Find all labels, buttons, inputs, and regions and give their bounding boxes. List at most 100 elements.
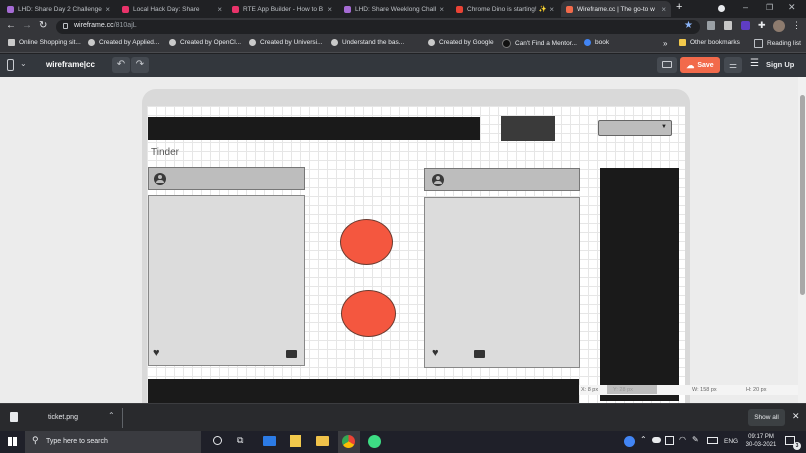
profile-header-bar[interactable] xyxy=(424,168,580,191)
chat-icon[interactable] xyxy=(474,350,485,358)
header-bar-shape[interactable] xyxy=(148,117,480,140)
undo-button[interactable]: ↶ xyxy=(112,57,130,73)
dropdown-shape[interactable]: ▼ xyxy=(598,120,672,136)
scrollbar-thumb[interactable] xyxy=(800,95,805,295)
bookmark-item[interactable]: Created by Applied... xyxy=(88,39,159,46)
cortana-icon[interactable] xyxy=(213,436,222,445)
close-icon[interactable]: × xyxy=(105,5,110,14)
wifi-icon[interactable]: ◠ xyxy=(679,435,686,444)
media-icon[interactable] xyxy=(718,5,725,12)
language-indicator[interactable]: ENG xyxy=(724,438,738,445)
bookmark-label: Created by Google xyxy=(439,39,494,46)
hamburger-menu-icon[interactable]: ☰ xyxy=(750,58,759,69)
menu-dots-icon[interactable]: ⋮ xyxy=(792,20,801,31)
tab-favicon-icon xyxy=(344,5,351,13)
x-readout: X: 8 px xyxy=(581,387,599,393)
extension-icon[interactable] xyxy=(724,21,732,30)
chevron-down-icon[interactable]: ⌄ xyxy=(20,59,27,68)
save-label: Save xyxy=(697,61,714,69)
close-icon[interactable]: ✕ xyxy=(792,411,800,422)
comment-button[interactable] xyxy=(657,57,677,73)
minimize-icon[interactable]: – xyxy=(743,2,748,12)
close-icon[interactable]: × xyxy=(439,5,444,14)
tab-5[interactable]: Chrome Dino is starting! ✨ × xyxy=(451,1,559,17)
file-explorer-icon[interactable] xyxy=(316,436,329,446)
puzzle-icon[interactable]: ✚ xyxy=(758,20,766,31)
taskbar-active-app[interactable] xyxy=(338,431,360,453)
other-bookmarks[interactable]: Other bookmarks xyxy=(679,39,740,46)
chevron-up-icon[interactable]: ⌃ xyxy=(108,411,115,420)
bookmark-item[interactable]: Understand the bas... xyxy=(331,39,404,46)
sidebar-block-shape[interactable] xyxy=(600,168,679,401)
bookmark-favicon-icon xyxy=(331,39,338,46)
settings-sliders-icon[interactable]: ⚌ xyxy=(724,57,742,73)
new-tab-button[interactable]: + xyxy=(676,1,682,13)
profile-header-bar[interactable] xyxy=(148,167,305,190)
tab-4[interactable]: LHD: Share Weeklong Chall × xyxy=(339,1,449,17)
profile-card[interactable]: ♥ xyxy=(148,195,305,366)
save-button[interactable]: ☁ Save xyxy=(680,57,720,73)
reading-list[interactable]: Reading list xyxy=(754,39,801,48)
chevron-up-icon[interactable]: ⌃ xyxy=(640,435,647,444)
heart-icon[interactable]: ♥ xyxy=(432,347,439,359)
bookmark-star-icon[interactable]: ★ xyxy=(684,20,693,31)
help-icon[interactable] xyxy=(624,436,635,447)
pen-icon[interactable]: ✎ xyxy=(692,435,699,444)
bookmark-favicon-icon xyxy=(584,39,591,46)
sticky-notes-icon[interactable] xyxy=(290,435,301,447)
extension-badge-icon[interactable] xyxy=(741,21,750,30)
device-icon[interactable] xyxy=(7,59,14,71)
avatar[interactable] xyxy=(773,20,785,32)
profile-card[interactable]: ♥ xyxy=(424,197,580,368)
windows-start-icon[interactable] xyxy=(8,437,17,446)
close-icon[interactable]: × xyxy=(327,5,332,14)
close-icon[interactable]: × xyxy=(217,5,222,14)
tab-3[interactable]: RTE App Builder - How to B × xyxy=(227,1,337,17)
tab-6[interactable]: Wireframe.cc | The go-to w × xyxy=(561,1,671,17)
close-window-icon[interactable]: ✕ xyxy=(788,2,796,13)
tab-2[interactable]: Local Hack Day: Share × xyxy=(117,1,227,17)
android-studio-icon[interactable] xyxy=(368,435,381,448)
close-icon[interactable]: × xyxy=(661,5,666,14)
address-bar[interactable]: wireframe.cc/810ajL ★ xyxy=(56,20,700,34)
button-shape[interactable] xyxy=(501,116,555,141)
footer-bar-shape[interactable] xyxy=(148,379,579,403)
reload-icon[interactable]: ↻ xyxy=(39,20,47,31)
show-all-button[interactable]: Show all xyxy=(748,409,785,426)
extension-icon[interactable] xyxy=(707,21,715,30)
chat-icon[interactable] xyxy=(286,350,297,358)
bookmark-label: Created by OpenCl... xyxy=(180,39,242,46)
taskbar-search[interactable]: ⚲ Type here to search xyxy=(25,431,201,453)
avatar-body xyxy=(156,180,164,183)
clock[interactable]: 09:17 PM 30-03-2021 xyxy=(744,433,778,449)
camera-icon[interactable] xyxy=(665,436,674,445)
sign-up-link[interactable]: Sign Up xyxy=(766,60,794,69)
restore-icon[interactable]: ❐ xyxy=(766,3,773,12)
bookmark-item[interactable]: Created by Universi... xyxy=(249,39,323,46)
circle-shape[interactable] xyxy=(340,219,393,265)
redo-button[interactable]: ↷ xyxy=(131,57,149,73)
avatar-head xyxy=(158,175,162,179)
bookmark-item[interactable]: Created by OpenCl... xyxy=(169,39,241,46)
bookmark-item[interactable]: Can't Find a Mentor... xyxy=(502,39,577,48)
app-logo[interactable]: wireframe|cc xyxy=(46,60,95,69)
avatar-head xyxy=(436,176,440,180)
page-title[interactable]: Tinder xyxy=(151,147,179,158)
bookmarks-overflow-button[interactable]: » xyxy=(663,39,667,48)
bookmark-item[interactable]: Created by Google xyxy=(428,39,494,46)
download-filename[interactable]: ticket.png xyxy=(48,414,78,421)
bookmark-item[interactable]: Online Shopping sit... xyxy=(8,39,81,46)
mail-icon[interactable] xyxy=(263,436,276,446)
bookmark-item[interactable]: book xyxy=(584,39,609,46)
onedrive-icon[interactable] xyxy=(652,437,661,443)
keyboard-icon[interactable] xyxy=(707,437,718,444)
forward-icon[interactable]: → xyxy=(22,20,32,31)
circle-shape[interactable] xyxy=(341,290,396,337)
divider xyxy=(122,408,123,428)
tab-1[interactable]: LHD: Share Day 2 Challenge × xyxy=(2,1,115,17)
notification-badge: 3 xyxy=(793,442,801,450)
task-view-icon[interactable]: ⧉ xyxy=(237,435,243,446)
close-icon[interactable]: × xyxy=(549,5,554,14)
heart-icon[interactable]: ♥ xyxy=(153,347,160,359)
back-icon[interactable]: ← xyxy=(6,20,16,31)
